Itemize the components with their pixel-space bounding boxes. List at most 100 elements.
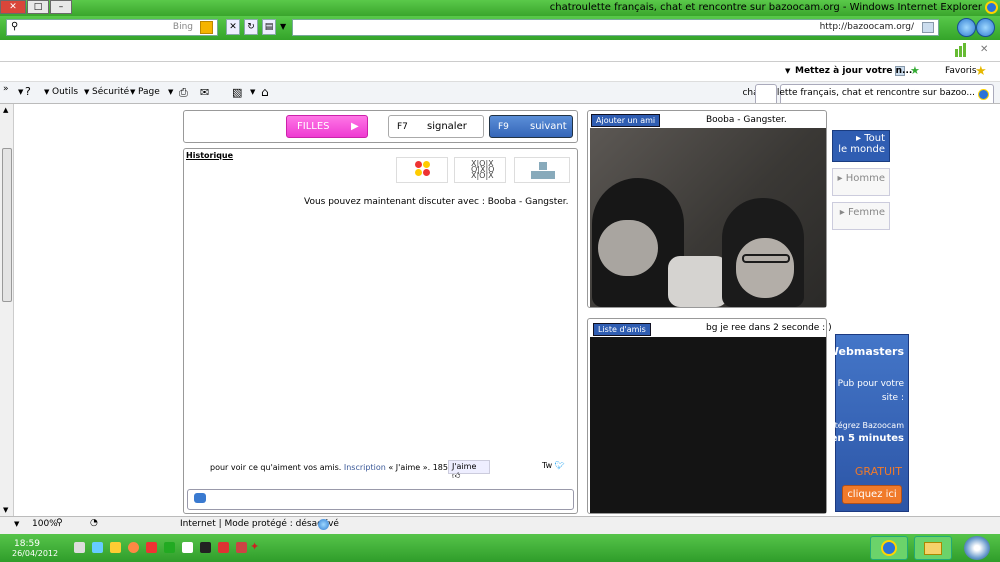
taskbar-ie-button[interactable]	[870, 536, 908, 560]
close-window-button[interactable]: ✕	[0, 0, 26, 14]
send-icon[interactable]	[194, 493, 206, 503]
menu-security[interactable]: Sécurité	[92, 87, 129, 97]
scroll-thumb[interactable]	[2, 148, 12, 302]
ad-title: Webmasters	[826, 345, 904, 358]
clock-time: 18:59	[14, 539, 40, 549]
chat-input[interactable]	[187, 489, 574, 510]
clock[interactable]: 18:59 26/04/2012	[12, 539, 58, 558]
compat-view-icon[interactable]: ▤	[262, 19, 276, 35]
title-bar: ✕ □ – chatroulette français, chat et ren…	[0, 0, 1000, 16]
tray-app-icon[interactable]	[128, 542, 139, 553]
address-bar: ⚲ Bing ✕ ↻ ▤ ▼ http://bazoocam.org/	[0, 16, 1000, 40]
ad-line2: site :	[881, 393, 904, 403]
search-icon[interactable]: ⚲	[11, 21, 18, 32]
caret-right-icon: ▸	[837, 173, 843, 184]
self-caption: bg je ree dans 2 seconde : )	[706, 323, 832, 333]
bing-icon	[200, 21, 213, 34]
filter-woman-label: Femme	[848, 207, 885, 218]
like-button[interactable]: J'aime 👍︎	[448, 460, 490, 480]
maximize-window-button[interactable]: □	[27, 0, 49, 14]
internet-globe-icon	[318, 519, 329, 530]
chevron-down-icon[interactable]: ▼	[168, 88, 173, 96]
next-button[interactable]: F9 suivant	[489, 115, 573, 138]
close-bar-icon[interactable]: ✕	[980, 44, 988, 55]
girls-button[interactable]: FILLES ▶	[286, 115, 368, 138]
stop-icon[interactable]: ✕	[226, 19, 240, 35]
menu-tools[interactable]: Outils	[52, 87, 78, 97]
update-favorite-link[interactable]: Mettez à jour votre n...	[795, 66, 912, 76]
refresh-icon[interactable]: ↻	[244, 19, 258, 35]
ie-tab-icon	[978, 89, 989, 100]
chevron-down-icon[interactable]: ▼	[130, 88, 135, 96]
play-icon: ▶	[351, 121, 359, 132]
start-button[interactable]	[964, 536, 990, 560]
vertical-scrollbar[interactable]: ▲ ▼	[0, 104, 14, 516]
webmasters-ad[interactable]: Webmasters Pub pour votre site : Intégre…	[827, 334, 909, 512]
new-tab-button[interactable]	[755, 84, 777, 103]
friends-list-button[interactable]: Liste d'amis	[593, 323, 651, 336]
scroll-down-icon[interactable]: ▼	[3, 506, 8, 514]
report-button[interactable]: F7 signaler	[388, 115, 484, 138]
forward-button[interactable]	[957, 18, 976, 37]
girls-label: FILLES	[297, 121, 330, 132]
chevron-down-icon[interactable]: ▼	[18, 88, 23, 96]
ad-cta-button[interactable]: cliquez ici	[842, 485, 902, 504]
chevron-down-icon[interactable]: ▼	[84, 88, 89, 96]
twitter-label: Tw	[542, 461, 553, 470]
address-input[interactable]: http://bazoocam.org/	[292, 19, 939, 36]
ad-free: GRATUIT	[854, 465, 902, 478]
gender-filter: ▸ Tout le monde ▸ Homme ▸ Femme	[832, 130, 890, 234]
signup-link[interactable]: Inscription	[344, 463, 386, 472]
tray-app-icon[interactable]	[146, 542, 157, 553]
filter-all-line1: Tout	[864, 133, 885, 144]
tray-app-icon[interactable]	[218, 542, 229, 553]
history-link[interactable]: Historique	[186, 151, 233, 160]
favorites-button[interactable]: Favoris	[945, 66, 977, 76]
mail-icon[interactable]: ✉	[200, 86, 209, 99]
chevron-down-icon[interactable]: ▼	[785, 67, 790, 75]
back-button[interactable]	[976, 18, 995, 37]
folder-icon	[924, 542, 942, 555]
taskbar-explorer-button[interactable]	[914, 536, 952, 560]
tray-app-icon[interactable]	[164, 542, 175, 553]
filter-man-button[interactable]: ▸ Homme	[832, 168, 890, 196]
menu-page[interactable]: Page	[138, 87, 160, 97]
webcam-self: Liste d'amis bg je ree dans 2 seconde : …	[587, 318, 832, 514]
chat-area: Historique X|O|X O|X|O X|O|X Vous pouvez m…	[183, 148, 578, 514]
search-input[interactable]: ⚲ Bing	[6, 19, 218, 36]
tab-current[interactable]: chatroulette français, chat et rencontre…	[742, 84, 994, 103]
address-dropdown-icon[interactable]: ▼	[280, 22, 286, 31]
scroll-up-icon[interactable]: ▲	[3, 106, 8, 114]
game-connect4-button[interactable]	[396, 157, 448, 183]
zoom-dropdown-icon[interactable]: ▼	[14, 520, 19, 528]
print-icon[interactable]: ⎙	[179, 86, 188, 100]
feeds-icon[interactable]: ▧	[232, 86, 242, 99]
chevron-down-icon[interactable]: ▼	[44, 88, 49, 96]
filter-all-line2: le monde	[838, 144, 885, 155]
tictactoe-icon: X|O|X O|X|O X|O|X	[471, 159, 495, 180]
filter-woman-button[interactable]: ▸ Femme	[832, 202, 890, 230]
favorites-row: ★ Favoris ★ Mettez à jour votre n... ▼	[0, 62, 1000, 82]
game-tictactoe-button[interactable]: X|O|X O|X|O X|O|X	[454, 157, 506, 183]
help-icon[interactable]: ?	[25, 85, 31, 98]
minimize-window-button[interactable]: –	[50, 0, 72, 14]
partner-name: Booba - Gangster.	[706, 115, 787, 125]
suggested-sites-icon[interactable]	[955, 43, 971, 57]
filter-all-button[interactable]: ▸ Tout le monde	[832, 130, 890, 162]
tweet-button[interactable]: Tw 🐦︎	[542, 461, 565, 470]
next-key: F9	[498, 122, 509, 132]
tray-app-icon[interactable]	[182, 542, 193, 553]
more-commands-icon[interactable]: »	[3, 84, 9, 94]
zoom-level[interactable]: 100%	[32, 519, 58, 529]
add-friend-button[interactable]: Ajouter un ami	[591, 114, 661, 127]
chevron-down-icon[interactable]: ▼	[250, 88, 255, 96]
network-icon[interactable]	[92, 542, 103, 553]
report-key: F7	[397, 122, 408, 132]
tray-app-icon[interactable]: ✦	[250, 540, 259, 553]
tray-app-icon[interactable]	[236, 542, 247, 553]
game-blocks-button[interactable]	[514, 157, 570, 183]
tray-app-icon[interactable]	[110, 542, 121, 553]
speaker-icon[interactable]	[74, 542, 85, 553]
home-icon[interactable]: ⌂	[261, 85, 269, 99]
tray-app-icon[interactable]	[200, 542, 211, 553]
